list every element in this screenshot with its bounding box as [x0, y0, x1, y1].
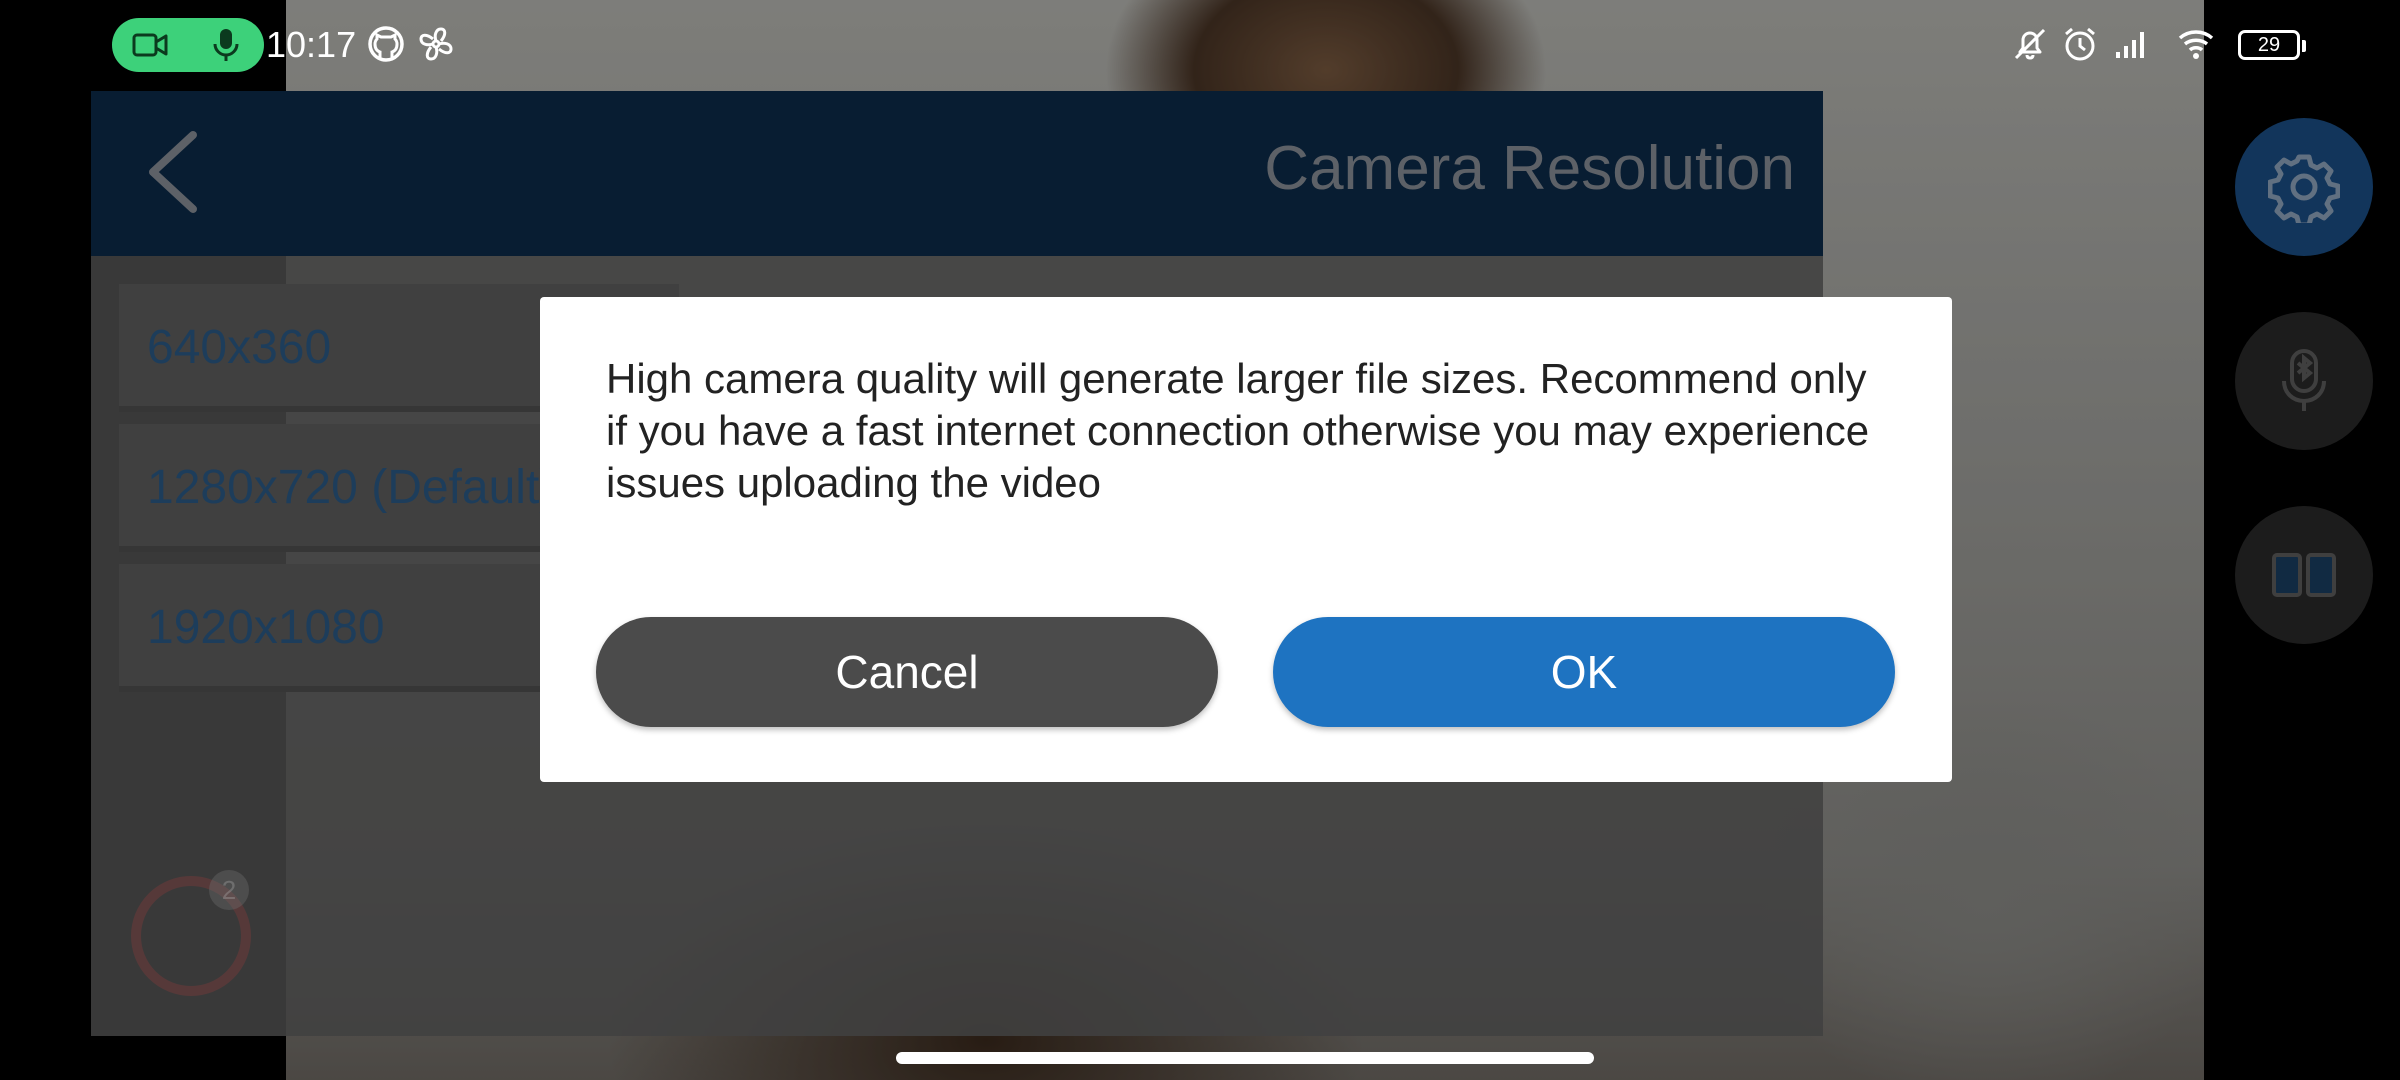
fan-icon — [419, 27, 453, 61]
alarm-icon — [2065, 27, 2095, 61]
bell-off-icon — [2014, 28, 2046, 60]
clock: 10:17 — [266, 24, 357, 65]
status-bar: 10:17 29 — [0, 0, 2400, 90]
signal-icon — [2116, 32, 2144, 58]
wifi-icon — [2178, 30, 2214, 59]
quality-warning-dialog: High camera quality will generate larger… — [540, 297, 1952, 782]
cancel-button[interactable]: Cancel — [596, 617, 1218, 727]
ok-button[interactable]: OK — [1273, 617, 1895, 727]
github-icon — [368, 26, 404, 62]
recording-indicator — [112, 18, 264, 72]
dialog-message: High camera quality will generate larger… — [606, 355, 1870, 506]
mic-icon — [213, 29, 239, 61]
video-icon — [132, 33, 168, 57]
battery-icon: 29 — [2238, 30, 2306, 60]
home-indicator[interactable] — [896, 1052, 1594, 1064]
